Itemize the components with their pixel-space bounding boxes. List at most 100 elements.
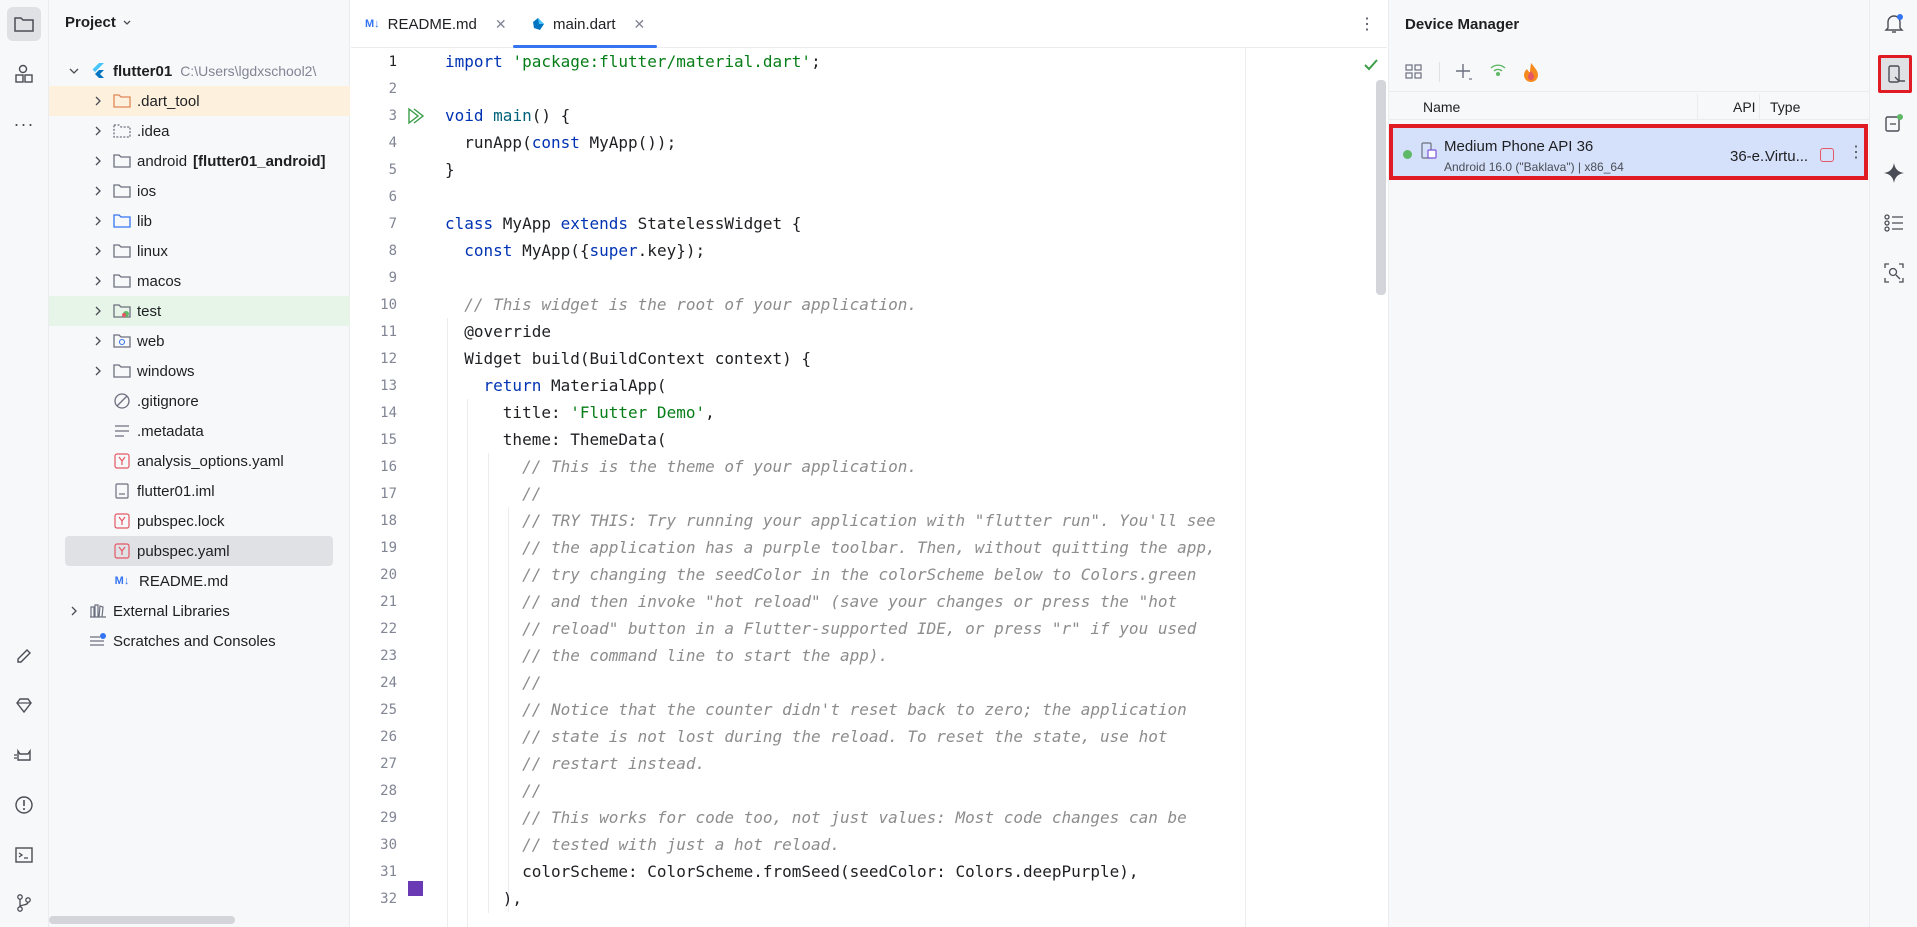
vertical-scrollbar[interactable] [1376, 80, 1386, 295]
code-line: // This works for code too, not just val… [445, 808, 1187, 827]
terminal-tool-button[interactable] [7, 838, 41, 872]
close-icon[interactable]: ✕ [634, 16, 646, 33]
chevron-right-icon[interactable] [67, 604, 81, 618]
tree-item-scratches[interactable]: Scratches and Consoles [49, 626, 350, 656]
add-device-icon[interactable] [1454, 62, 1474, 82]
structure-list-button[interactable] [1877, 206, 1911, 240]
tree-item-dart-tool[interactable]: .dart_tool [49, 86, 350, 116]
column-header-type[interactable]: Type [1770, 99, 1800, 115]
folder-icon [13, 14, 35, 34]
problems-tool-button[interactable] [7, 788, 41, 822]
tree-item-analysis-options[interactable]: analysis_options.yaml [49, 446, 350, 476]
chevron-down-icon[interactable] [67, 64, 81, 78]
tree-item-label: test [137, 302, 162, 320]
code-line: // and then invoke "hot reload" (save yo… [445, 592, 1178, 611]
device-manager-tool-button[interactable] [1878, 55, 1912, 93]
tree-item-macos[interactable]: macos [49, 266, 350, 296]
chevron-right-icon[interactable] [91, 364, 105, 378]
running-devices-button[interactable] [1877, 106, 1911, 140]
tree-item-label: pubspec.yaml [137, 542, 230, 560]
project-view-selector[interactable]: Project [65, 14, 132, 31]
chevron-right-icon[interactable] [91, 124, 105, 138]
tree-item-android[interactable]: android [flutter01_android] [49, 146, 350, 176]
wifi-pair-icon[interactable] [1488, 62, 1508, 82]
tab-label: README.md [387, 15, 477, 33]
line-number: 8 [388, 243, 397, 259]
horizontal-scrollbar[interactable] [49, 916, 235, 924]
tree-item-label: android [137, 152, 188, 170]
code-line: // [445, 484, 542, 503]
tree-item-linux[interactable]: linux [49, 236, 350, 266]
tree-item-gitignore[interactable]: .gitignore [49, 386, 350, 416]
column-header-api[interactable]: API [1733, 99, 1756, 115]
structure-tool-button[interactable] [7, 57, 41, 91]
chevron-right-icon[interactable] [91, 334, 105, 348]
tree-item-web[interactable]: web [49, 326, 350, 356]
line-number: 26 [380, 729, 397, 745]
tree-item-pubspec-lock[interactable]: pubspec.lock [49, 506, 350, 536]
tree-item-label: .dart_tool [137, 92, 200, 110]
ignore-file-icon [113, 392, 131, 410]
check-icon[interactable] [1363, 58, 1379, 72]
running-status-dot [1403, 150, 1412, 159]
more-vertical-icon[interactable]: ⋮ [1848, 142, 1864, 162]
tree-item-label: .gitignore [137, 392, 199, 410]
version-control-button[interactable] [7, 886, 41, 920]
tree-item-label: web [137, 332, 165, 350]
line-number: 30 [380, 837, 397, 853]
column-header-name[interactable]: Name [1423, 99, 1460, 115]
chevron-right-icon[interactable] [91, 274, 105, 288]
running-devices-icon [1883, 112, 1905, 134]
more-tools-button[interactable]: ··· [7, 107, 41, 141]
layout-inspector-button[interactable] [1877, 256, 1911, 290]
chevron-right-icon[interactable] [91, 244, 105, 258]
tree-item-idea[interactable]: .idea [49, 116, 350, 146]
line-number: 1 [388, 54, 397, 70]
firebase-icon[interactable] [1522, 62, 1540, 82]
project-tool-button[interactable] [7, 7, 41, 41]
chevron-right-icon[interactable] [91, 304, 105, 318]
gemini-button[interactable] [1877, 156, 1911, 190]
notifications-button[interactable] [1877, 6, 1911, 40]
test-folder-icon [113, 302, 131, 320]
tree-item-windows[interactable]: windows [49, 356, 350, 386]
device-manager-panel: Device Manager Name API Type Medium Phon… [1388, 0, 1870, 927]
chevron-right-icon[interactable] [91, 154, 105, 168]
line-number: 6 [388, 189, 397, 205]
chevron-right-icon[interactable] [91, 94, 105, 108]
tree-item-lib[interactable]: lib [49, 206, 350, 236]
line-number: 11 [380, 324, 397, 340]
code-area[interactable]: import 'package:flutter/material.dart'; … [445, 48, 1375, 927]
tree-item-external-libraries[interactable]: External Libraries [49, 596, 350, 626]
chevron-right-icon[interactable] [91, 214, 105, 228]
device-details: Android 16.0 ("Baklava") | x86_64 [1444, 160, 1624, 174]
tree-item-flutter01[interactable]: flutter01 C:\Users\lgdxschool2\ [49, 56, 350, 86]
tree-item-readme[interactable]: M↓ README.md [49, 566, 350, 596]
color-swatch-icon[interactable] [408, 881, 423, 896]
run-gutter-icon[interactable] [406, 107, 424, 125]
logcat-tool-button[interactable] [7, 738, 41, 772]
chevron-right-icon[interactable] [91, 184, 105, 198]
tree-item-metadata[interactable]: .metadata [49, 416, 350, 446]
gemini-tool-button[interactable] [7, 688, 41, 722]
tab-main-dart[interactable]: main.dart ✕ [531, 0, 645, 48]
tree-item-ios[interactable]: ios [49, 176, 350, 206]
structure-icon [14, 64, 34, 84]
code-line: void main() { [445, 106, 571, 125]
flutter-inspector-button[interactable] [7, 638, 41, 672]
group-devices-icon[interactable] [1405, 63, 1425, 81]
device-table-header: Name API Type [1389, 94, 1870, 120]
tree-item-test[interactable]: test [49, 296, 350, 326]
close-icon[interactable]: ✕ [495, 16, 507, 33]
code-line: return MaterialApp( [483, 376, 667, 395]
tab-readme[interactable]: M↓ README.md ✕ [365, 0, 507, 48]
chevron-down-icon [122, 18, 132, 28]
tree-item-pubspec-yaml[interactable]: pubspec.yaml [65, 536, 333, 566]
stop-icon[interactable] [1820, 148, 1834, 162]
tab-options-button[interactable]: ⋮ [1359, 0, 1375, 48]
tree-item-iml[interactable]: flutter01.iml [49, 476, 350, 506]
tree-item-label: linux [137, 242, 168, 260]
device-row[interactable]: Medium Phone API 36 Android 16.0 ("Bakla… [1389, 124, 1868, 180]
terminal-icon [14, 845, 34, 865]
tree-item-label: windows [137, 362, 195, 380]
